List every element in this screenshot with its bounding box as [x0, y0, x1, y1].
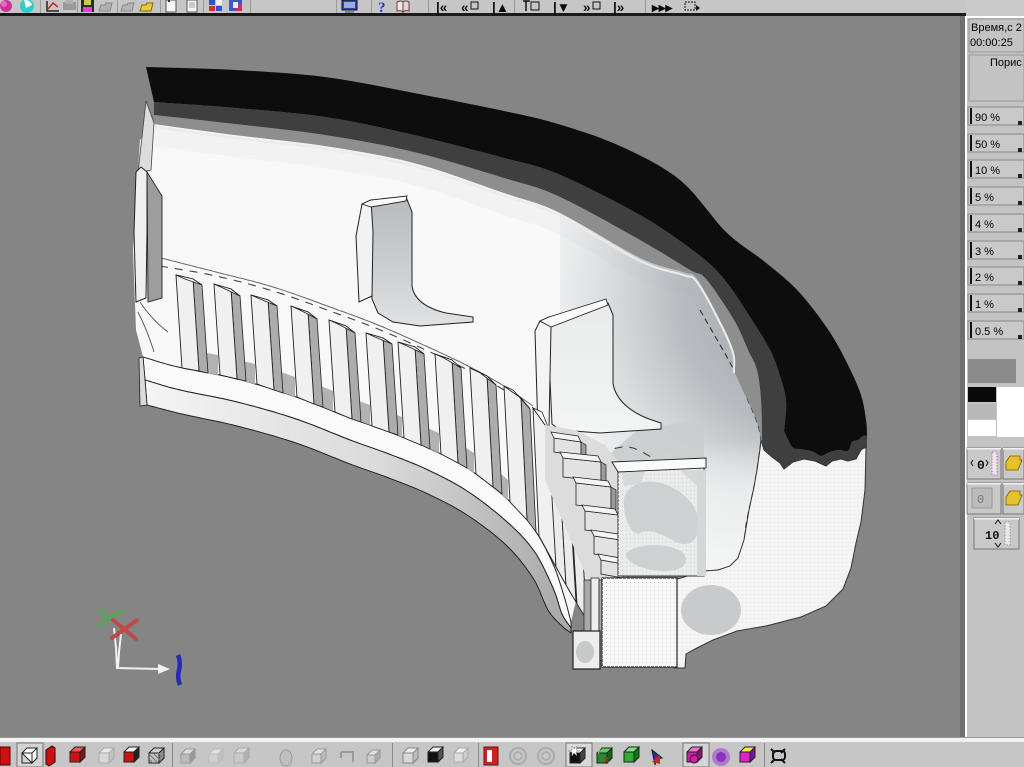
svg-text:Время,с 2: Время,с 2 [971, 22, 1022, 34]
svg-text:0: 0 [977, 458, 985, 473]
svg-text:50 %: 50 % [975, 139, 1000, 151]
svg-text:0: 0 [977, 493, 984, 507]
svg-text:|▼: |▼ [553, 0, 570, 15]
svg-text:0.5 %: 0.5 % [975, 326, 1003, 338]
svg-text:10: 10 [985, 529, 999, 543]
svg-text:1 %: 1 % [975, 299, 994, 311]
svg-text:|▲: |▲ [492, 0, 509, 15]
svg-text:4 %: 4 % [975, 219, 994, 231]
svg-text:Порис: Порис [990, 57, 1022, 69]
svg-text:▸▸▸: ▸▸▸ [651, 0, 674, 15]
svg-text:5 %: 5 % [975, 192, 994, 204]
svg-text:Y: Y [596, 747, 602, 756]
svg-text:«: « [461, 0, 469, 15]
svg-text:90 %: 90 % [975, 112, 1000, 124]
svg-text:3 %: 3 % [975, 246, 994, 258]
svg-text:x: x [604, 754, 609, 764]
svg-text:00:00:25: 00:00:25 [970, 37, 1013, 49]
svg-text:?: ? [378, 0, 386, 16]
svg-text:|»: |» [613, 0, 624, 15]
svg-text:10 %: 10 % [975, 165, 1000, 177]
svg-text:2 %: 2 % [975, 272, 994, 284]
svg-text:»: » [583, 0, 591, 15]
svg-text:|«: |« [436, 0, 447, 15]
